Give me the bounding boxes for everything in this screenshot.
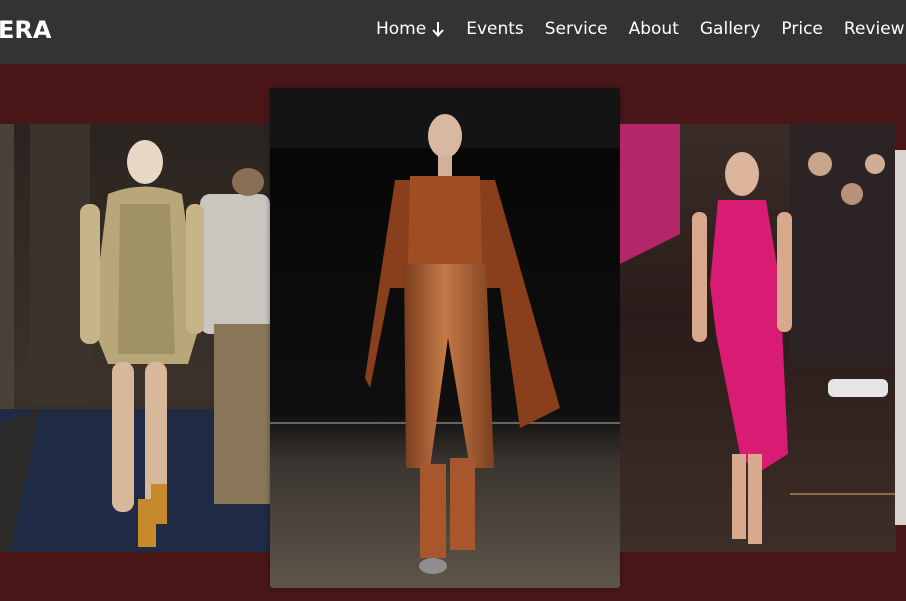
nav-item-gallery[interactable]: Gallery (700, 19, 761, 39)
runway-photo-magenta-dress (620, 124, 896, 552)
main-nav: Home Events Service About Gallery Price … (376, 19, 906, 39)
nav-item-label: Service (544, 19, 608, 39)
nav-item-label: Events (466, 19, 524, 39)
nav-item-review[interactable]: Review (844, 19, 905, 39)
nav-item-label: About (628, 19, 679, 39)
brand-logo[interactable]: ERA (0, 16, 51, 44)
nav-item-label: Review (843, 19, 905, 39)
nav-item-price[interactable]: Price (781, 19, 822, 39)
nav-item-about[interactable]: About (629, 19, 679, 39)
nav-item-service[interactable]: Service (545, 19, 608, 39)
navbar: ERA Home Events Service About Gallery Pr… (0, 0, 906, 64)
gallery-slide-right[interactable] (620, 124, 896, 552)
nav-item-events[interactable]: Events (466, 19, 524, 39)
nav-item-home[interactable]: Home (376, 19, 445, 39)
arrow-down-icon (432, 22, 444, 37)
runway-photo-gold-dress (0, 124, 272, 552)
gallery-slide-edge[interactable] (895, 150, 906, 525)
nav-item-label: Home (376, 19, 427, 39)
gallery-slide-left[interactable] (0, 124, 272, 552)
gallery-slide-center[interactable] (270, 88, 620, 588)
nav-item-label: Price (781, 19, 823, 39)
nav-item-label: Gallery (699, 19, 761, 39)
runway-photo-copper-outfit (270, 88, 620, 588)
